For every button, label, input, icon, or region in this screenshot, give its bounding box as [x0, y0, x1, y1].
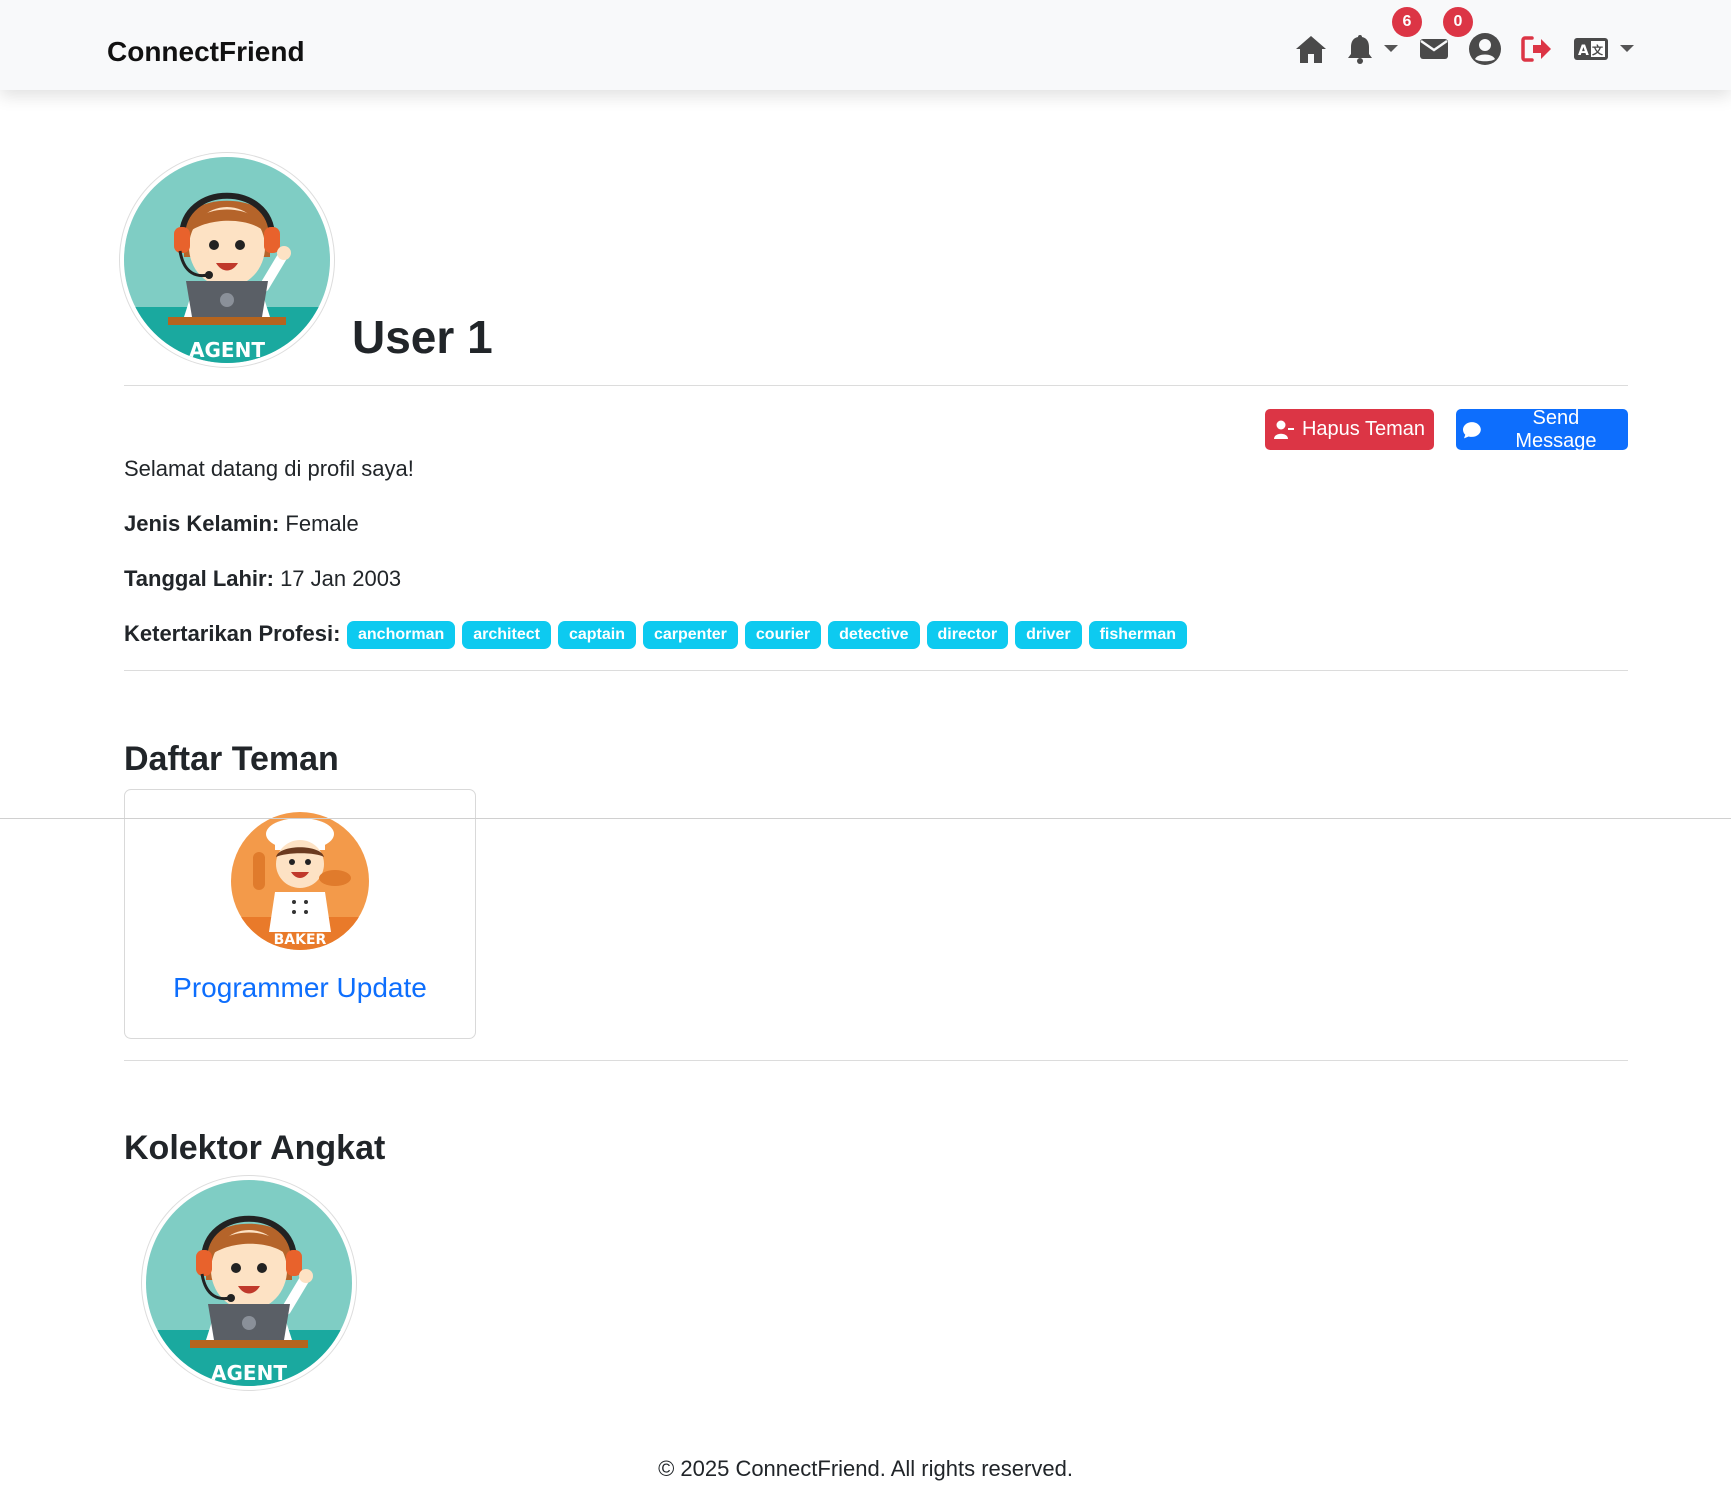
interest-badge: captain: [557, 621, 636, 649]
profile-avatar: AGENT: [124, 157, 330, 363]
birthdate-row: Tanggal Lahir: 17 Jan 2003: [124, 566, 401, 592]
collector-avatar: AGENT: [146, 1180, 352, 1386]
friend-name-link[interactable]: Programmer Update: [125, 972, 475, 1004]
interest-badge: architect: [462, 621, 551, 649]
gender-label: Jenis Kelamin:: [124, 511, 280, 536]
interest-badge: fisherman: [1088, 621, 1188, 649]
divider: [0, 818, 1731, 819]
chevron-down-icon[interactable]: [1384, 45, 1398, 52]
avatar-label: AGENT: [189, 338, 265, 362]
friends-section-title: Daftar Teman: [124, 740, 339, 778]
chat-bubble-icon: [1462, 421, 1481, 438]
send-message-label: Send Message: [1515, 406, 1597, 452]
interest-badge: anchorman: [347, 621, 456, 649]
divider: [124, 670, 1628, 671]
logout-icon[interactable]: [1518, 30, 1556, 68]
svg-text:文: 文: [1592, 43, 1604, 57]
friend-avatar-label: BAKER: [274, 932, 327, 948]
interest-badge: director: [926, 621, 1009, 649]
interest-badge: courier: [744, 621, 822, 649]
interests-label: Ketertarikan Profesi:: [124, 621, 341, 646]
divider: [124, 385, 1628, 386]
profile-bio: Selamat datang di profil saya!: [124, 456, 414, 481]
interests-row: Ketertarikan Profesi:: [124, 621, 340, 647]
interest-badge: driver: [1015, 621, 1082, 649]
home-icon[interactable]: [1292, 30, 1330, 68]
svg-text:A: A: [1578, 43, 1589, 59]
send-message-button[interactable]: Send Message: [1456, 406, 1628, 452]
interest-list: anchorman architect captain carpenter co…: [347, 621, 1188, 649]
chevron-down-icon[interactable]: [1620, 45, 1634, 52]
navbar: ConnectFriend 6 0 A文: [0, 0, 1731, 90]
remove-friend-label: Hapus Teman: [1301, 418, 1426, 440]
gender-row: Jenis Kelamin: Female: [124, 511, 359, 537]
friend-avatar[interactable]: BAKER: [231, 812, 369, 950]
footer-text: © 2025 ConnectFriend. All rights reserve…: [658, 1456, 1073, 1481]
envelope-icon[interactable]: [1415, 30, 1453, 68]
bell-icon[interactable]: [1341, 30, 1379, 68]
user-circle-icon[interactable]: [1466, 30, 1504, 68]
birthdate-value: 17 Jan 2003: [280, 566, 402, 591]
user-minus-icon: [1273, 420, 1294, 439]
brand-logo[interactable]: ConnectFriend: [107, 36, 305, 68]
interest-badge: carpenter: [642, 621, 738, 649]
interest-badge: detective: [828, 621, 920, 649]
birthdate-label: Tanggal Lahir:: [124, 566, 274, 591]
profile-name: User 1: [352, 311, 493, 363]
collector-avatar-label: AGENT: [211, 1361, 287, 1385]
friend-card[interactable]: BAKER Programmer Update: [124, 789, 476, 1039]
gender-value: Female: [285, 511, 359, 536]
collector-section-title: Kolektor Angkat: [124, 1129, 386, 1167]
remove-friend-button[interactable]: Hapus Teman: [1265, 409, 1434, 450]
divider: [124, 1060, 1628, 1061]
language-icon[interactable]: A文: [1572, 30, 1610, 68]
